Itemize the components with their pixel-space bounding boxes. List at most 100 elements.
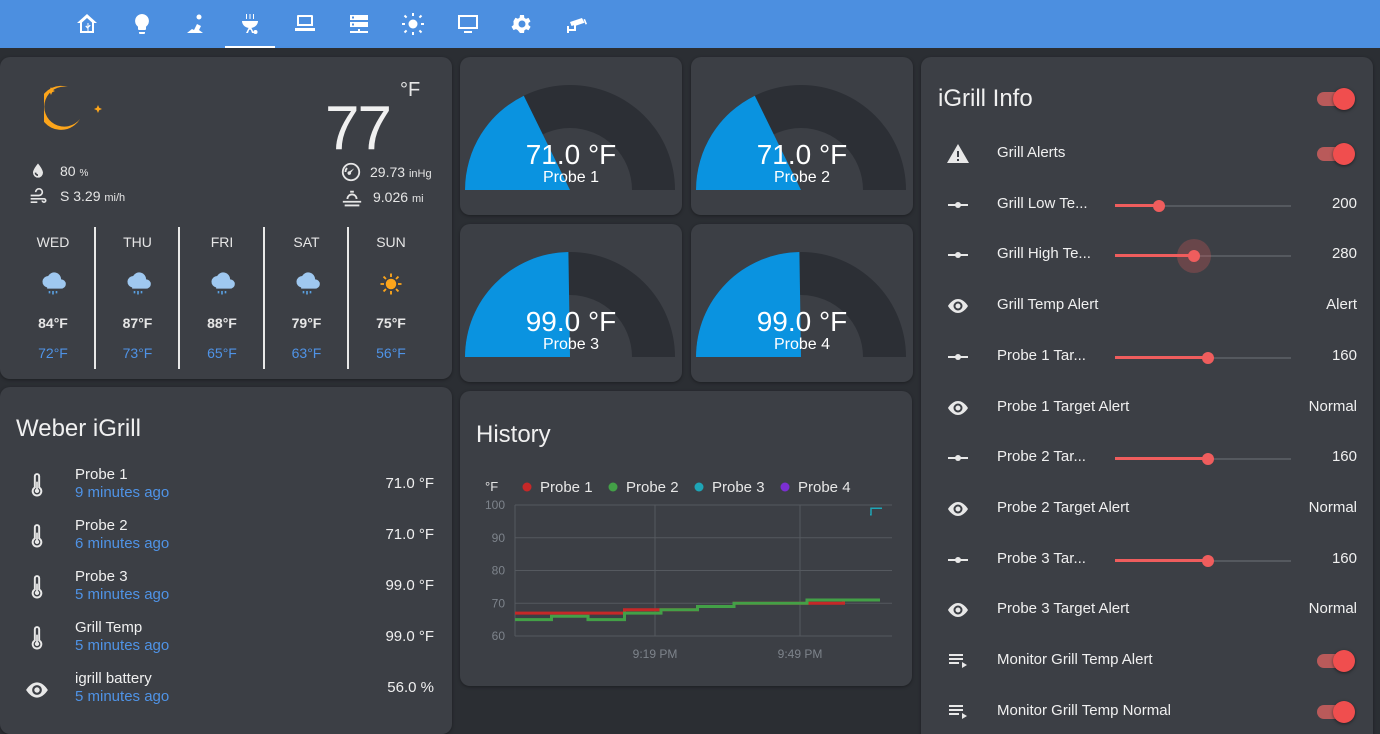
history-chart[interactable]: °F Probe 1 Probe 2 Probe 3 Probe 4 100 90 80 70 6… bbox=[460, 471, 912, 671]
x-tick-label: 9:19 PM bbox=[633, 647, 678, 661]
tab-servers[interactable] bbox=[334, 0, 384, 48]
wind-value: S 3.29 mi/h bbox=[60, 188, 126, 204]
server-icon bbox=[350, 15, 368, 33]
cctv-icon bbox=[567, 18, 587, 33]
entity-state: Normal bbox=[1308, 600, 1357, 618]
entity-name: Grill Low Te... bbox=[997, 194, 1088, 212]
gauge-arc bbox=[696, 252, 906, 357]
forecast-divider bbox=[93, 227, 96, 369]
entity-row[interactable]: Grill Temp Alert Alert bbox=[921, 293, 1373, 321]
entity-row[interactable]: Grill Temp 5 minutes ago 99.0 °F bbox=[0, 618, 452, 664]
entity-slider[interactable] bbox=[1115, 194, 1291, 218]
probe-gauge-card[interactable]: 71.0 °F Probe 1 bbox=[460, 57, 682, 215]
slider-value: 200 bbox=[1331, 194, 1357, 212]
entity-name: Probe 2 bbox=[75, 517, 128, 534]
weather-card[interactable]: °F 77 80 % S 3.29 mi/h 29.73 inHg 9.026 … bbox=[0, 57, 452, 379]
entity-state: Normal bbox=[1308, 397, 1357, 415]
entity-row[interactable]: Probe 2 6 minutes ago 71.0 °F bbox=[0, 516, 452, 562]
entity-row[interactable]: igrill battery 5 minutes ago 56.0 % bbox=[0, 669, 452, 715]
entity-toggle[interactable] bbox=[1315, 142, 1355, 166]
probe-gauge-card[interactable]: 71.0 °F Probe 2 bbox=[691, 57, 913, 215]
thermometer-icon bbox=[31, 575, 43, 599]
forecast-day-name: SUN bbox=[376, 234, 406, 250]
y-tick-label: 70 bbox=[492, 596, 506, 610]
legend-item[interactable]: Probe 1 bbox=[522, 479, 593, 496]
tab-settings[interactable] bbox=[497, 0, 547, 48]
thermometer-icon bbox=[31, 524, 43, 548]
y-tick-label: 60 bbox=[492, 629, 506, 643]
top-nav-bar bbox=[0, 0, 1380, 48]
card-title: Weber iGrill bbox=[16, 415, 141, 442]
eye-icon bbox=[948, 299, 968, 314]
eye-icon bbox=[26, 682, 48, 698]
current-temperature: 77 bbox=[325, 94, 392, 163]
probe-gauge-card[interactable]: 99.0 °F Probe 3 bbox=[460, 224, 682, 382]
entity-row[interactable]: Grill High Te... 280 bbox=[921, 239, 1373, 274]
gauge-label: Probe 4 bbox=[773, 336, 831, 353]
entity-slider[interactable] bbox=[1115, 447, 1291, 471]
rainy-cloud-icon bbox=[126, 272, 151, 295]
entity-name: Probe 1 bbox=[75, 466, 128, 483]
moon-stars-icon bbox=[44, 85, 102, 130]
tab-lights[interactable] bbox=[117, 0, 167, 48]
entity-row[interactable]: Probe 3 Target Alert Normal bbox=[921, 597, 1373, 625]
pressure-value: 29.73 inHg bbox=[370, 164, 432, 180]
forecast-high: 87°F bbox=[122, 315, 153, 331]
history-card[interactable]: History °F Probe 1 Probe 2 Probe 3 Probe 4 10… bbox=[460, 391, 912, 686]
entity-slider[interactable] bbox=[1115, 346, 1291, 370]
entity-row[interactable]: Probe 3 5 minutes ago 99.0 °F bbox=[0, 567, 452, 613]
legend-item[interactable]: Probe 2 bbox=[608, 479, 679, 496]
entity-row[interactable]: Monitor Grill Temp Alert bbox=[921, 648, 1373, 676]
laptop-icon bbox=[295, 15, 315, 31]
entity-row[interactable]: Probe 1 Target Alert Normal bbox=[921, 395, 1373, 423]
playlist-icon bbox=[949, 704, 967, 719]
forecast-day-name: FRI bbox=[210, 234, 234, 250]
entity-state: 99.0 °F bbox=[385, 577, 434, 594]
entity-row[interactable]: Probe 1 9 minutes ago 71.0 °F bbox=[0, 465, 452, 511]
slider-icon bbox=[948, 353, 968, 360]
entity-name: Monitor Grill Temp Normal bbox=[997, 701, 1171, 719]
entity-row[interactable]: Grill Alerts bbox=[921, 141, 1373, 169]
gauge-icon bbox=[341, 162, 361, 182]
forecast-divider bbox=[178, 227, 180, 369]
entity-row[interactable]: Grill Low Te... 200 bbox=[921, 192, 1373, 220]
tab-cameras[interactable] bbox=[552, 0, 602, 48]
series-line[interactable] bbox=[870, 507, 882, 516]
tab-home[interactable] bbox=[62, 0, 112, 48]
entity-state: 99.0 °F bbox=[385, 628, 434, 645]
grill-icon bbox=[242, 14, 258, 34]
probe-gauge-card[interactable]: 99.0 °F Probe 4 bbox=[691, 224, 913, 382]
entity-row[interactable]: Probe 2 Tar... 160 bbox=[921, 445, 1373, 473]
tab-grill[interactable] bbox=[225, 0, 275, 48]
entity-slider[interactable] bbox=[1115, 239, 1291, 274]
forecast-high: 84°F bbox=[38, 315, 68, 331]
gauge-label: Probe 1 bbox=[542, 169, 600, 186]
gauge-value: 99.0 °F bbox=[525, 306, 617, 337]
entity-row[interactable]: Probe 2 Target Alert Normal bbox=[921, 496, 1373, 524]
tab-computers[interactable] bbox=[280, 0, 330, 48]
entity-toggle[interactable] bbox=[1315, 700, 1355, 724]
entity-last-changed: 5 minutes ago bbox=[75, 586, 170, 603]
entity-row[interactable]: Probe 3 Tar... 160 bbox=[921, 547, 1373, 575]
rainy-cloud-icon bbox=[211, 272, 235, 295]
gear-icon bbox=[511, 15, 531, 33]
entity-row[interactable]: Monitor Grill Temp Normal bbox=[921, 699, 1373, 727]
entity-toggle[interactable] bbox=[1315, 649, 1355, 673]
slider-value: 160 bbox=[1331, 549, 1357, 567]
legend-item[interactable]: Probe 3 bbox=[694, 479, 765, 496]
entity-name: Grill Temp Alert bbox=[997, 296, 1099, 314]
tab-vacuum[interactable] bbox=[171, 0, 221, 48]
thermometer-icon bbox=[31, 626, 43, 650]
legend-item[interactable]: Probe 4 bbox=[780, 479, 851, 496]
entity-slider[interactable] bbox=[1115, 549, 1291, 573]
slider-icon bbox=[948, 455, 968, 462]
forecast-strip: WED 84°F 72°F THU 87°F 73°F FRI 88°F 65°… bbox=[10, 227, 440, 372]
gauge-arc bbox=[696, 85, 906, 190]
tab-media[interactable] bbox=[443, 0, 493, 48]
entity-name: Probe 3 Target Alert bbox=[997, 600, 1130, 618]
gauge-arc bbox=[465, 85, 675, 190]
entity-row[interactable]: Probe 1 Tar... 160 bbox=[921, 344, 1373, 372]
y-unit: °F bbox=[485, 479, 498, 494]
tab-brightness[interactable] bbox=[388, 0, 438, 48]
card-master-toggle[interactable] bbox=[1315, 87, 1355, 111]
